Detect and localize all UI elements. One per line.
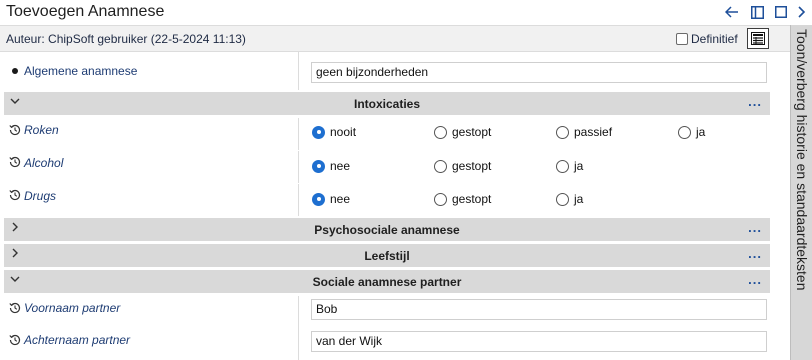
roken-row: Roken nooit gestopt passief ja	[0, 118, 790, 150]
section-title: Intoxicaties	[353, 97, 421, 111]
more-options-button[interactable]: ...	[748, 220, 762, 235]
more-options-button[interactable]: ...	[748, 246, 762, 261]
general-label: Algemene anamnese	[24, 64, 138, 78]
checkbox-icon[interactable]	[676, 33, 688, 45]
radio-icon[interactable]	[678, 125, 691, 139]
history-icon[interactable]	[9, 189, 21, 201]
drugs-row: Drugs nee gestopt ja	[0, 184, 790, 216]
alcohol-row: Alcohol nee gestopt ja	[0, 151, 790, 183]
history-icon[interactable]	[9, 302, 21, 314]
more-options-button[interactable]: ...	[748, 272, 762, 287]
window-title: Toevoegen Anamnese	[6, 3, 165, 20]
drugs-option-gestopt[interactable]: gestopt	[434, 192, 491, 206]
column-divider	[298, 151, 299, 183]
radio-icon[interactable]	[434, 192, 447, 206]
radio-selected-icon[interactable]	[312, 125, 325, 139]
roken-option-ja[interactable]: ja	[678, 125, 705, 139]
radio-label: ja	[574, 159, 584, 173]
radio-label: gestopt	[452, 192, 492, 206]
roken-option-gestopt[interactable]: gestopt	[434, 125, 491, 139]
alcohol-option-gestopt[interactable]: gestopt	[434, 159, 491, 173]
radio-label: nooit	[330, 125, 357, 139]
maximize-icon[interactable]	[771, 2, 791, 22]
radio-icon[interactable]	[434, 125, 447, 139]
table-grid-button[interactable]	[747, 28, 769, 49]
column-divider	[298, 118, 299, 150]
section-intoxicaties[interactable]: Intoxicaties ...	[4, 92, 770, 115]
section-sociale-anamnese-partner[interactable]: Sociale anamnese partner ...	[4, 270, 770, 293]
general-anamnese-input[interactable]: geen bijzonderheden	[311, 62, 767, 83]
radio-label: gestopt	[452, 125, 492, 139]
drugs-label: Drugs	[24, 189, 57, 203]
more-options-button[interactable]: ...	[748, 94, 762, 109]
column-divider	[298, 184, 299, 216]
roken-option-passief[interactable]: passief	[556, 125, 612, 139]
alcohol-option-nee[interactable]: nee	[312, 159, 350, 173]
radio-label: nee	[330, 159, 351, 173]
history-icon[interactable]	[9, 334, 21, 346]
alcohol-option-ja[interactable]: ja	[556, 159, 583, 173]
section-psychosociale-anamnese[interactable]: Psychosociale anamnese ...	[4, 218, 770, 241]
radio-icon[interactable]	[556, 125, 569, 139]
history-icon[interactable]	[9, 156, 21, 168]
general-row: Algemene anamnese geen bijzonderheden	[0, 52, 790, 90]
chevron-right-icon[interactable]	[792, 2, 812, 22]
author-text: Auteur: ChipSoft gebruiker (22-5-2024 11…	[6, 32, 246, 46]
section-title: Leefstijl	[364, 249, 410, 263]
radio-label: nee	[330, 192, 351, 206]
radio-label: ja	[696, 125, 706, 139]
title-bar: Toevoegen Anamnese	[0, 0, 812, 25]
table-grid-icon	[751, 32, 765, 45]
radio-selected-icon[interactable]	[312, 159, 325, 173]
radio-label: passief	[574, 125, 613, 139]
history-sidebar-toggle[interactable]: Toon/verberg historie en standaardtekste…	[790, 25, 812, 360]
radio-icon[interactable]	[556, 192, 569, 206]
section-leefstijl[interactable]: Leefstijl ...	[4, 244, 770, 267]
radio-icon[interactable]	[556, 159, 569, 173]
dock-panel-icon[interactable]	[747, 2, 767, 22]
achternaam-partner-label: Achternaam partner	[24, 333, 131, 347]
definitief-label: Definitief	[691, 32, 738, 46]
drugs-option-ja[interactable]: ja	[556, 192, 583, 206]
column-divider	[298, 296, 299, 328]
voornaam-partner-label: Voornaam partner	[24, 301, 121, 315]
achternaam-partner-row: Achternaam partner van der Wijk	[0, 328, 790, 360]
definitief-checkbox[interactable]: Definitief	[676, 32, 738, 46]
column-divider	[298, 52, 299, 90]
radio-icon[interactable]	[434, 159, 447, 173]
radio-selected-icon[interactable]	[312, 192, 325, 206]
drugs-option-nee[interactable]: nee	[312, 192, 350, 206]
section-title: Psychosociale anamnese	[314, 223, 460, 237]
achternaam-partner-input[interactable]: van der Wijk	[311, 331, 767, 352]
radio-label: gestopt	[452, 159, 492, 173]
history-icon[interactable]	[9, 124, 21, 136]
author-bar: Auteur: ChipSoft gebruiker (22-5-2024 11…	[0, 25, 790, 52]
bullet-icon	[12, 68, 18, 74]
column-divider	[298, 328, 299, 360]
roken-label: Roken	[24, 123, 59, 137]
section-title: Sociale anamnese partner	[312, 275, 462, 289]
voornaam-partner-row: Voornaam partner Bob	[0, 296, 790, 328]
sidebar-label: Toon/verberg historie en standaardtekste…	[794, 29, 810, 291]
back-arrow-icon[interactable]	[722, 2, 742, 22]
form-content: Algemene anamnese geen bijzonderheden In…	[0, 52, 790, 360]
voornaam-partner-input[interactable]: Bob	[311, 299, 767, 320]
radio-label: ja	[574, 192, 584, 206]
alcohol-label: Alcohol	[24, 156, 64, 170]
roken-option-nooit[interactable]: nooit	[312, 125, 356, 139]
